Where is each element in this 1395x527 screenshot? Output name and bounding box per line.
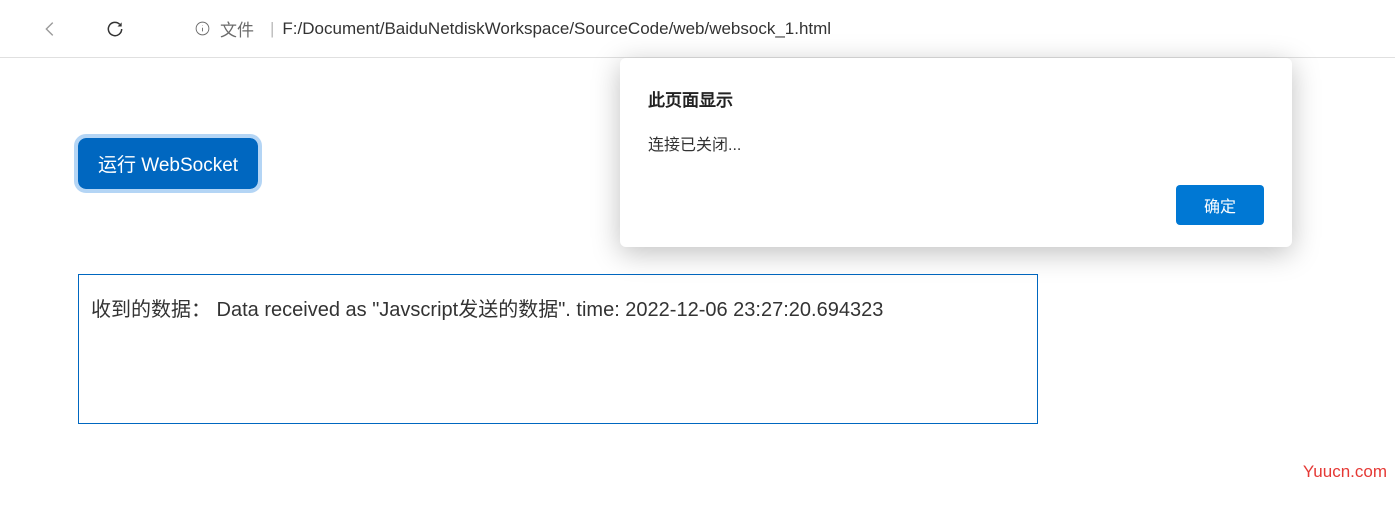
file-label: 文件 (220, 16, 254, 41)
alert-dialog: 此页面显示 连接已关闭... 确定 (620, 58, 1292, 247)
address-bar[interactable]: 文件 | F:/Document/BaiduNetdiskWorkspace/S… (180, 10, 1385, 47)
dialog-actions: 确定 (648, 185, 1264, 225)
dialog-ok-button[interactable]: 确定 (1176, 185, 1264, 225)
nav-back-button[interactable] (30, 9, 70, 49)
url-text: F:/Document/BaiduNetdiskWorkspace/Source… (282, 19, 831, 39)
output-text: 收到的数据： Data received as "Javscript发送的数据"… (91, 299, 883, 321)
nav-refresh-button[interactable] (95, 9, 135, 49)
arrow-left-icon (39, 18, 61, 40)
output-box: 收到的数据： Data received as "Javscript发送的数据"… (78, 274, 1038, 424)
browser-toolbar: 文件 | F:/Document/BaiduNetdiskWorkspace/S… (0, 0, 1395, 58)
info-icon (192, 19, 212, 39)
dialog-message: 连接已关闭... (648, 131, 1264, 155)
watermark: Yuucn.com (1303, 462, 1387, 482)
separator: | (270, 19, 274, 39)
toolbar-right-edge (1383, 0, 1395, 58)
dialog-title: 此页面显示 (648, 86, 1264, 111)
refresh-icon (105, 19, 125, 39)
run-websocket-button[interactable]: 运行 WebSocket (78, 138, 258, 189)
